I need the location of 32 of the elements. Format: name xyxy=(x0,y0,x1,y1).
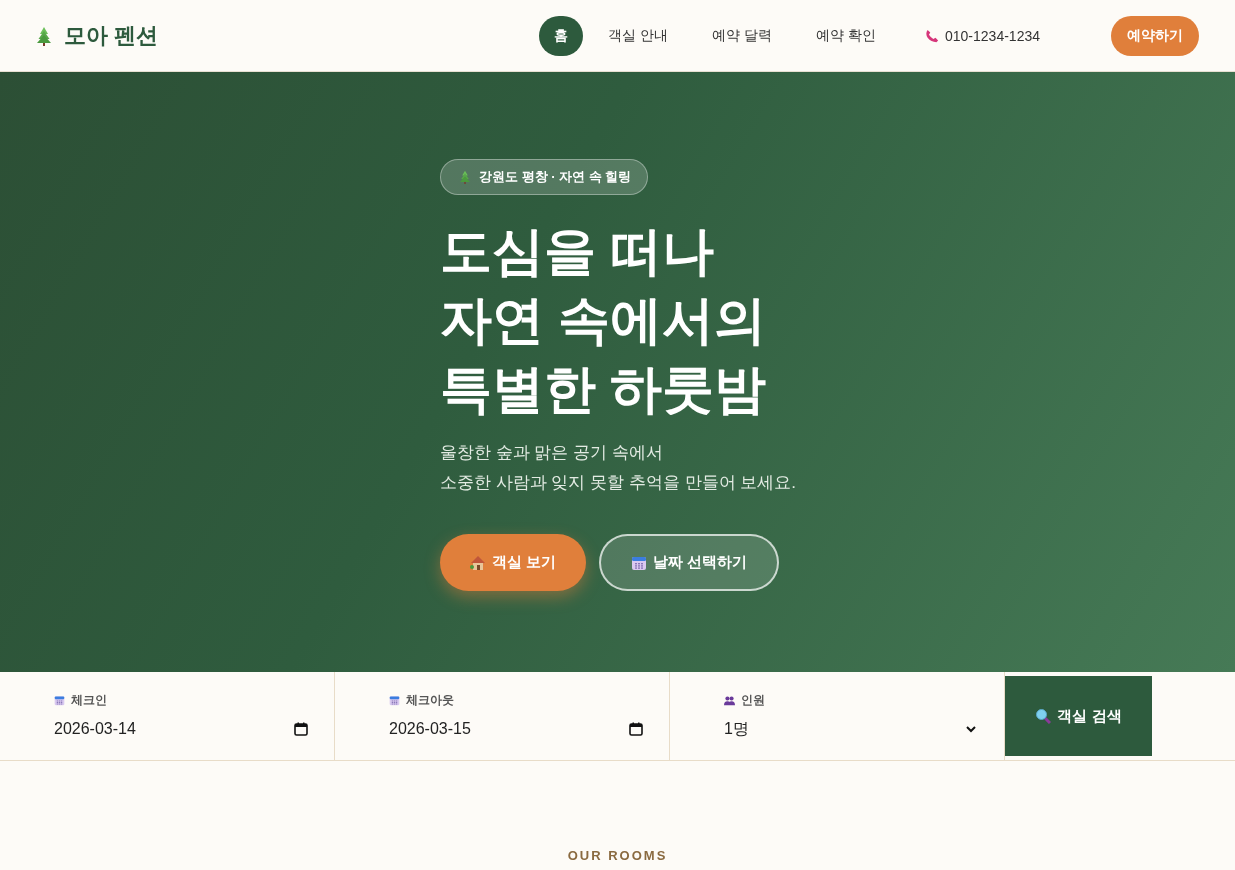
calendar-icon xyxy=(54,695,65,706)
people-icon xyxy=(724,695,735,706)
field-label: 체크인 xyxy=(71,692,107,709)
phone-number: 010-1234-1234 xyxy=(945,27,1040,44)
house-icon xyxy=(470,554,486,571)
field-label: 체크아웃 xyxy=(406,692,454,709)
phone-icon xyxy=(925,28,939,43)
calendar-icon xyxy=(294,722,308,736)
section-eyebrow: OUR ROOMS xyxy=(566,848,669,863)
calendar-icon xyxy=(631,554,648,571)
nav-link[interactable]: 객실 안내 xyxy=(589,15,688,56)
date-field[interactable]: 2026-03-14 xyxy=(54,717,308,741)
nav-link[interactable]: 예약 달력 xyxy=(693,15,792,56)
hero-subtitle: 울창한 숲과 맑은 공기 속에서 xyxy=(440,442,664,464)
nav-link[interactable]: 예약 확인 xyxy=(797,15,895,56)
field-label: 인원 xyxy=(741,692,765,709)
nav-link[interactable]: 홈 xyxy=(539,15,584,56)
date-field[interactable]: 2026-03-15 xyxy=(389,717,643,741)
search-rooms-button[interactable]: 객실 검색 xyxy=(1005,676,1152,756)
hero-title: 특별한 하룻밤 xyxy=(440,359,768,420)
location-badge: 강원도 평창 · 자연 속 힐링 xyxy=(440,159,649,195)
hero-title: 도심을 떠나 xyxy=(440,221,716,282)
guests-select[interactable]: 1명 xyxy=(724,717,978,741)
calendar-icon xyxy=(629,722,643,736)
tree-icon xyxy=(459,170,471,184)
logo-text[interactable]: 모아 펜션 xyxy=(64,20,159,51)
search-icon xyxy=(1035,708,1052,724)
hero-title: 자연 속에서의 xyxy=(440,290,768,351)
calendar-icon xyxy=(389,695,400,706)
tree-icon xyxy=(36,25,52,46)
select-date-button[interactable]: 날짜 선택하기 xyxy=(599,534,780,591)
hero-subtitle: 소중한 사람과 잊지 못할 추억을 만들어 보세요. xyxy=(440,472,798,494)
